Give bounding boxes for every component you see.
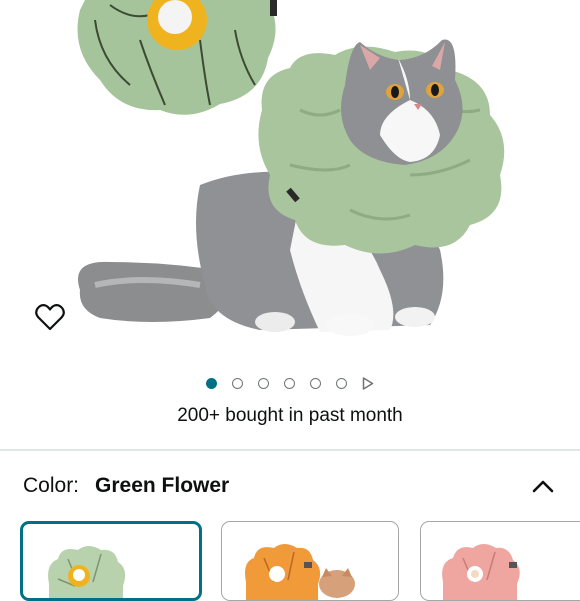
swatch-orange-flower[interactable] <box>221 521 399 601</box>
flower-cone-flat <box>77 0 277 115</box>
product-image-gallery[interactable] <box>0 0 580 365</box>
carousel-dot-4[interactable] <box>284 377 295 389</box>
pink-flower-thumbnail <box>442 544 520 600</box>
carousel-dot-1[interactable] <box>206 377 217 389</box>
play-video-icon[interactable] <box>362 376 374 390</box>
section-divider <box>0 449 580 451</box>
carousel-dot-2[interactable] <box>232 377 243 389</box>
heart-icon <box>35 304 65 331</box>
color-selector-header[interactable]: Color: Green Flower <box>23 471 558 501</box>
carousel-dot-5[interactable] <box>310 377 321 389</box>
carousel-dot-3[interactable] <box>258 377 269 389</box>
color-label: Color: <box>23 474 80 497</box>
chevron-up-icon <box>532 480 554 493</box>
collapse-colors-button[interactable] <box>528 471 558 501</box>
swatch-green-flower[interactable] <box>20 521 202 601</box>
carousel-dot-6[interactable] <box>336 377 347 389</box>
wishlist-button[interactable] <box>34 302 72 338</box>
orange-flower-thumbnail <box>245 544 355 600</box>
selected-color-value: Green Flower <box>95 474 230 497</box>
bought-in-past-month: 200+ bought in past month <box>177 405 403 426</box>
green-flower-thumbnail <box>48 546 126 598</box>
product-image <box>77 0 505 336</box>
swatch-pink-flower[interactable] <box>420 521 580 601</box>
image-carousel-indicator <box>0 374 580 392</box>
